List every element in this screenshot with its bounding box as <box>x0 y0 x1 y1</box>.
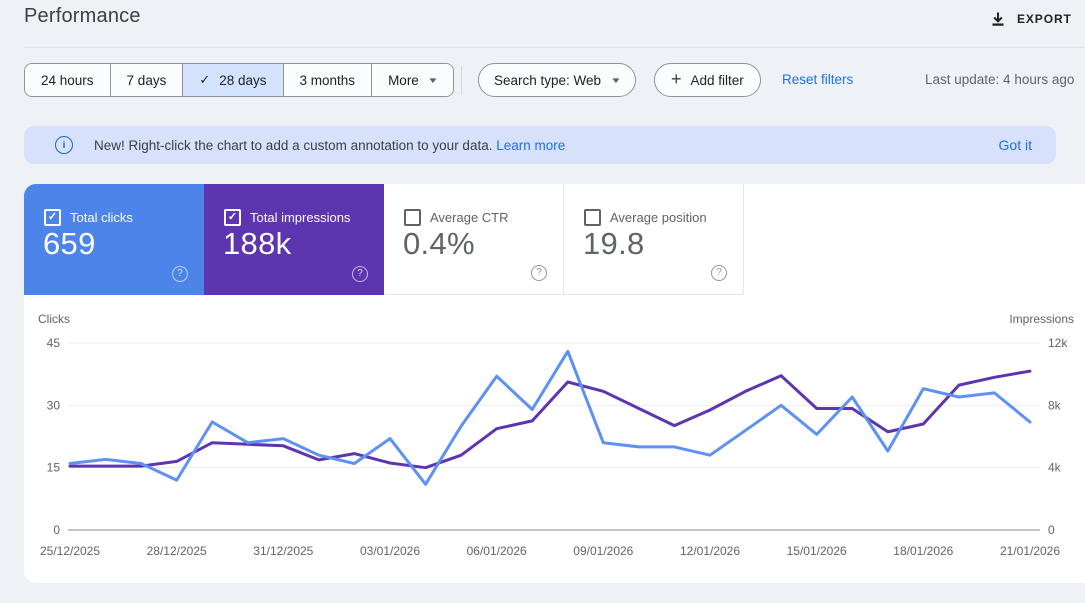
metric-value: 659 <box>43 226 96 261</box>
date-range-chip-group: 24 hours 7 days ✓ 28 days 3 months More ▼ <box>24 63 454 97</box>
checkbox-total-impressions[interactable]: ✓ <box>224 209 241 226</box>
check-icon: ✓ <box>47 211 58 223</box>
add-filter-label: Add filter <box>690 72 744 88</box>
help-icon[interactable]: ? <box>352 266 368 282</box>
date-range-chip-more[interactable]: More ▼ <box>371 64 453 96</box>
x-axis-tick: 28/12/2025 <box>147 544 207 558</box>
metric-value: 188k <box>223 226 292 261</box>
metric-value: 19.8 <box>583 226 645 261</box>
help-icon[interactable]: ? <box>711 265 727 281</box>
right-axis-title: Impressions <box>1009 312 1074 326</box>
metric-card-average-ctr[interactable]: Average CTR 0.4%? <box>384 184 564 295</box>
got-it-button[interactable]: Got it <box>999 137 1032 153</box>
reset-filters-link[interactable]: Reset filters <box>782 63 853 97</box>
metric-label: Total impressions <box>250 210 351 225</box>
left-axis-tick: 30 <box>47 398 61 412</box>
performance-chart[interactable]: 0 15 30 45 0 4k 8k 12k Clicks Impressions 25/12/20… <box>24 295 1085 583</box>
help-icon[interactable]: ? <box>531 265 547 281</box>
toolbar-divider <box>461 66 462 95</box>
plus-icon: + <box>671 69 682 89</box>
metric-label: Total clicks <box>70 210 133 225</box>
banner-text: New! Right-click the chart to add a cust… <box>94 138 565 153</box>
chip-label: 28 days <box>219 72 267 88</box>
x-axis-tick: 03/01/2026 <box>360 544 420 558</box>
chevron-down-icon: ▼ <box>426 75 439 85</box>
x-axis-tick: 15/01/2026 <box>787 544 847 558</box>
download-icon <box>992 12 1004 26</box>
search-type-label: Search type: Web <box>494 72 602 88</box>
date-range-chip-3-months[interactable]: 3 months <box>282 64 372 96</box>
chip-label: 24 hours <box>41 72 94 88</box>
page-title: Performance <box>24 5 141 27</box>
header-divider <box>24 47 1085 48</box>
x-axis-tick: 18/01/2026 <box>893 544 953 558</box>
content-card: ✓ Total clicks 659? ✓ Total impressions 188k?… <box>24 184 1085 583</box>
chip-label: 7 days <box>126 72 167 88</box>
checkbox-average-ctr[interactable] <box>404 209 421 226</box>
check-icon: ✓ <box>199 72 211 87</box>
add-filter-button[interactable]: + Add filter <box>654 63 761 97</box>
right-axis-tick: 4k <box>1048 461 1062 475</box>
x-axis-tick: 12/01/2026 <box>680 544 740 558</box>
metric-label: Average CTR <box>430 210 509 225</box>
check-icon: ✓ <box>227 211 238 223</box>
metric-card-total-impressions[interactable]: ✓ Total impressions 188k? <box>204 184 384 295</box>
date-range-chip-24-hours[interactable]: 24 hours <box>25 64 110 96</box>
chevron-down-icon: ▼ <box>610 75 622 85</box>
right-axis-tick: 0 <box>1048 523 1055 537</box>
metric-card-total-clicks[interactable]: ✓ Total clicks 659? <box>24 184 204 295</box>
x-axis-tick: 06/01/2026 <box>467 544 527 558</box>
checkbox-average-position[interactable] <box>584 209 601 226</box>
left-axis-tick: 45 <box>47 336 61 350</box>
metric-card-average-position[interactable]: Average position 19.8? <box>564 184 744 295</box>
right-axis-tick: 8k <box>1048 398 1062 412</box>
right-axis-tick: 12k <box>1048 336 1068 350</box>
info-icon: i <box>55 136 73 154</box>
help-icon[interactable]: ? <box>172 266 188 282</box>
export-button[interactable]: EXPORT <box>990 3 1072 35</box>
export-label: EXPORT <box>1017 12 1072 26</box>
left-axis-tick: 15 <box>47 461 61 475</box>
series-line-impressions <box>68 369 1032 470</box>
search-type-dropdown[interactable]: Search type: Web ▼ <box>478 63 636 97</box>
metric-label: Average position <box>610 210 707 225</box>
metric-card-row: ✓ Total clicks 659? ✓ Total impressions 188k?… <box>24 184 744 295</box>
date-range-chip-28-days[interactable]: ✓ 28 days <box>182 64 283 96</box>
banner-message: New! Right-click the chart to add a cust… <box>94 137 493 153</box>
chip-label: More <box>388 72 419 88</box>
date-range-chip-7-days[interactable]: 7 days <box>109 64 183 96</box>
left-axis-title: Clicks <box>38 312 70 326</box>
last-update-text: Last update: 4 hours ago <box>925 72 1075 87</box>
x-axis-tick: 31/12/2025 <box>253 544 313 558</box>
series-line-clicks <box>68 349 1032 486</box>
learn-more-link[interactable]: Learn more <box>496 138 565 153</box>
metric-value: 0.4% <box>403 226 475 261</box>
chip-label: 3 months <box>299 72 356 88</box>
x-axis-tick: 09/01/2026 <box>573 544 633 558</box>
left-axis-tick: 0 <box>53 523 60 537</box>
x-axis-tick: 21/01/2026 <box>1000 544 1060 558</box>
annotation-banner: i New! Right-click the chart to add a cu… <box>24 126 1056 164</box>
x-axis-tick: 25/12/2025 <box>40 544 100 558</box>
checkbox-total-clicks[interactable]: ✓ <box>44 209 61 226</box>
